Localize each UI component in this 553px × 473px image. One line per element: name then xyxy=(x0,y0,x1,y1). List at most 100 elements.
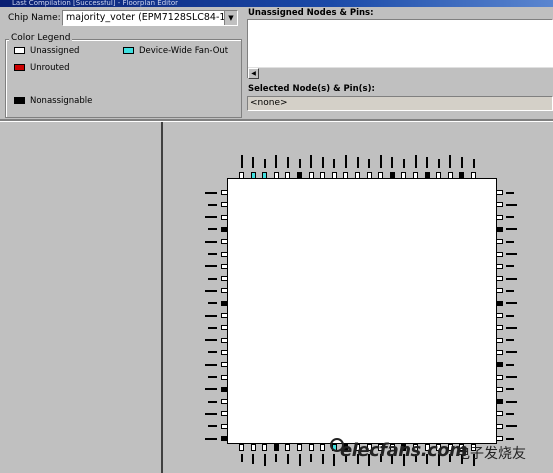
chip-pin[interactable] xyxy=(496,362,503,368)
chip-pin[interactable] xyxy=(308,444,314,451)
chip-pin[interactable] xyxy=(496,349,503,355)
pin-label-mark xyxy=(321,454,324,464)
chip-pin[interactable] xyxy=(297,444,302,451)
chip-pin[interactable] xyxy=(496,226,503,232)
chip-pin[interactable] xyxy=(221,337,228,343)
chip-name-select[interactable]: majority_voter (EPM7128SLC84-15) ▼ xyxy=(62,10,238,26)
chip-pin[interactable] xyxy=(471,172,476,179)
chip-pin[interactable] xyxy=(221,288,228,294)
pin-label-mark xyxy=(506,228,517,231)
chip-pin[interactable] xyxy=(221,263,228,269)
unassigned-swatch xyxy=(14,47,25,54)
chip-pin[interactable] xyxy=(496,423,503,429)
chip-pin[interactable] xyxy=(221,423,228,429)
pin-label-mark xyxy=(506,425,517,428)
chip-pin[interactable] xyxy=(221,190,228,195)
chip-pin[interactable] xyxy=(496,411,503,417)
chip-pin[interactable] xyxy=(239,444,244,451)
chip-pin[interactable] xyxy=(401,172,407,179)
chip-pin[interactable] xyxy=(221,362,228,368)
pin-label-mark xyxy=(208,376,217,378)
pin-label-mark xyxy=(506,351,517,354)
pin-label-mark xyxy=(205,265,217,268)
chip-pin[interactable] xyxy=(447,172,453,179)
chip-pin[interactable] xyxy=(355,172,360,179)
pin-label-mark xyxy=(414,155,417,168)
chip-pin[interactable] xyxy=(221,399,228,405)
chip-pin[interactable] xyxy=(221,386,228,392)
chip-pin[interactable] xyxy=(496,202,503,208)
chip-pin[interactable] xyxy=(250,172,256,179)
chip-pin[interactable] xyxy=(496,263,503,269)
pin-label-mark xyxy=(506,302,517,305)
chip-pin[interactable] xyxy=(496,436,503,441)
selected-nodes-value: <none> xyxy=(250,98,288,108)
chip-pin[interactable] xyxy=(273,172,279,179)
pin-label-mark xyxy=(506,363,514,366)
selected-nodes-field[interactable]: <none> xyxy=(247,96,553,111)
chip-pin[interactable] xyxy=(496,190,503,195)
pin-label-mark xyxy=(208,400,217,403)
pin-label-mark xyxy=(506,203,517,206)
chip-pin[interactable] xyxy=(285,172,291,179)
chip-pin[interactable] xyxy=(496,325,503,331)
chip-pin[interactable] xyxy=(262,444,268,451)
chip-pin[interactable] xyxy=(221,325,228,331)
chip-pin[interactable] xyxy=(308,172,314,179)
chip-pin[interactable] xyxy=(496,399,503,405)
pin-label-mark xyxy=(402,159,405,168)
chip-pin[interactable] xyxy=(389,172,395,179)
watermark-cn: 电子发烧友 xyxy=(456,446,526,462)
horizontal-scrollbar[interactable]: ◀ xyxy=(248,67,553,79)
chip-pin[interactable] xyxy=(221,313,228,318)
chip-pin[interactable] xyxy=(221,251,228,257)
legend-nonassignable-label: Nonassignable xyxy=(30,96,93,106)
chip-pin[interactable] xyxy=(436,172,442,179)
chip-pin[interactable] xyxy=(496,374,503,380)
chip-pin[interactable] xyxy=(496,239,503,245)
chip-pin[interactable] xyxy=(378,172,384,179)
chip-pin[interactable] xyxy=(496,337,503,343)
chip-pin[interactable] xyxy=(250,444,256,451)
chip-pin[interactable] xyxy=(320,172,326,179)
chip-pin[interactable] xyxy=(496,300,503,306)
chip-pin[interactable] xyxy=(239,172,244,179)
chip-pin[interactable] xyxy=(262,172,268,179)
pin-label-mark xyxy=(263,454,266,466)
chip-pin[interactable] xyxy=(413,172,418,179)
chip-pin[interactable] xyxy=(221,374,228,380)
color-legend-title: Color Legend xyxy=(9,33,73,43)
pin-label-mark xyxy=(208,228,217,231)
chip-pin[interactable] xyxy=(459,172,465,179)
chip-pin[interactable] xyxy=(496,214,503,220)
chip-pin[interactable] xyxy=(221,436,228,441)
chip-pin[interactable] xyxy=(221,276,228,282)
chip-pin[interactable] xyxy=(221,239,228,245)
chip-pin[interactable] xyxy=(221,300,228,306)
pin-label-mark xyxy=(391,157,394,168)
chip-pin[interactable] xyxy=(424,172,430,179)
chip-pin[interactable] xyxy=(273,444,279,451)
pin-label-mark xyxy=(321,157,324,168)
chip-pin[interactable] xyxy=(285,444,291,451)
chip-pin[interactable] xyxy=(320,444,326,451)
pin-label-mark xyxy=(506,191,514,194)
chip-pin[interactable] xyxy=(221,214,228,220)
chip-pin[interactable] xyxy=(221,226,228,232)
scroll-left-arrow-icon[interactable]: ◀ xyxy=(248,68,259,79)
chip-pin[interactable] xyxy=(496,386,503,392)
chip-pin[interactable] xyxy=(297,172,302,179)
chip-pin[interactable] xyxy=(221,202,228,208)
pin-label-mark xyxy=(208,302,217,305)
pin-label-mark xyxy=(426,157,429,168)
chip-pin[interactable] xyxy=(496,288,503,294)
chip-pin[interactable] xyxy=(221,349,228,355)
chip-pin[interactable] xyxy=(366,172,372,179)
chip-pin[interactable] xyxy=(496,276,503,282)
chip-pin[interactable] xyxy=(331,172,337,179)
chip-pin[interactable] xyxy=(221,411,228,417)
chip-pin[interactable] xyxy=(496,251,503,257)
chip-pin[interactable] xyxy=(343,172,349,179)
chip-pin[interactable] xyxy=(496,313,503,318)
chevron-down-icon[interactable]: ▼ xyxy=(224,11,237,25)
